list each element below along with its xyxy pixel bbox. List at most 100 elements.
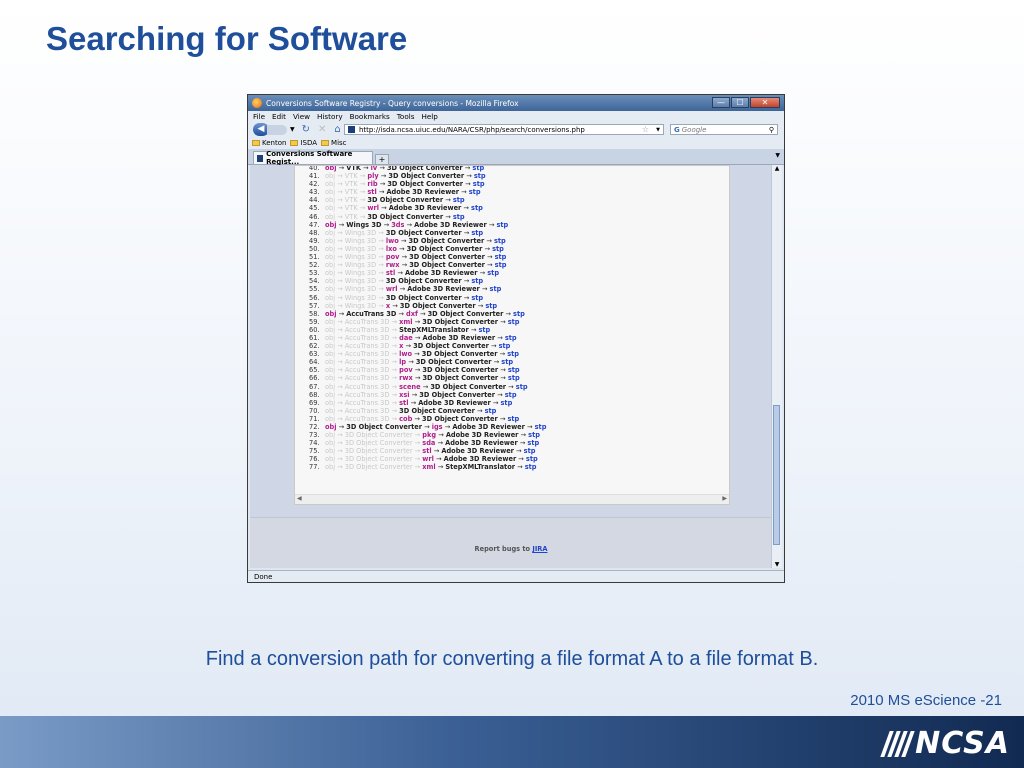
target-format[interactable]: stp xyxy=(501,358,513,366)
target-format[interactable]: stp xyxy=(513,310,525,318)
tab-conversions[interactable]: Conversions Software Regist... xyxy=(253,150,373,166)
converter-app[interactable]: Adobe 3D Reviewer xyxy=(386,188,459,196)
source-format[interactable]: obj xyxy=(325,188,335,196)
converter-app[interactable]: 3D Object Converter xyxy=(422,374,498,382)
source-format[interactable]: obj xyxy=(325,229,335,237)
converter-app[interactable]: 3D Object Converter xyxy=(387,166,463,172)
converter-app[interactable]: VTK xyxy=(345,180,358,188)
magnifier-icon[interactable]: ⚲ xyxy=(769,126,774,134)
intermediate-format[interactable]: sda xyxy=(422,439,435,447)
vertical-scrollbar[interactable]: ▲ ▼ xyxy=(771,165,782,568)
converter-app[interactable]: StepXMLTranslator xyxy=(399,326,469,334)
target-format[interactable]: stp xyxy=(524,447,536,455)
converter-app[interactable]: 3D Object Converter xyxy=(428,310,504,318)
intermediate-format[interactable]: stl xyxy=(367,188,376,196)
converter-app[interactable]: Wings 3D xyxy=(345,285,376,293)
horizontal-scrollbar[interactable]: ◀ ▶ xyxy=(295,494,729,504)
intermediate-format[interactable]: lxo xyxy=(386,245,397,253)
menu-view[interactable]: View xyxy=(293,112,310,121)
converter-app[interactable]: Wings 3D xyxy=(345,245,376,253)
intermediate-format[interactable]: lwo xyxy=(399,350,412,358)
source-format[interactable]: obj xyxy=(325,423,337,431)
converter-app[interactable]: 3D Object Converter xyxy=(416,358,492,366)
converter-app[interactable]: 3D Object Converter xyxy=(367,213,443,221)
converter-app[interactable]: 3D Object Converter xyxy=(367,196,443,204)
converter-app[interactable]: 3D Object Converter xyxy=(430,383,506,391)
converter-app[interactable]: 3D Object Converter xyxy=(409,261,485,269)
target-format[interactable]: stp xyxy=(474,172,486,180)
converter-app[interactable]: AccuTrans 3D xyxy=(345,318,390,326)
intermediate-format[interactable]: 3ds xyxy=(391,221,404,229)
converter-app[interactable]: AccuTrans 3D xyxy=(345,342,390,350)
converter-app[interactable]: 3D Object Converter xyxy=(413,342,489,350)
menu-help[interactable]: Help xyxy=(421,112,437,121)
bookmark-kenton[interactable]: Kenton xyxy=(262,139,286,147)
target-format[interactable]: stp xyxy=(471,229,483,237)
target-format[interactable]: stp xyxy=(505,391,517,399)
intermediate-format[interactable]: lwo xyxy=(386,237,399,245)
target-format[interactable]: stp xyxy=(492,245,504,253)
target-format[interactable]: stp xyxy=(453,196,465,204)
source-format[interactable]: obj xyxy=(325,253,335,261)
source-format[interactable]: obj xyxy=(325,326,335,334)
target-format[interactable]: stp xyxy=(485,407,497,415)
intermediate-format[interactable]: pov xyxy=(399,366,413,374)
target-format[interactable]: stp xyxy=(499,342,511,350)
target-format[interactable]: stp xyxy=(507,415,519,423)
converter-app[interactable]: AccuTrans 3D xyxy=(345,358,390,366)
target-format[interactable]: stp xyxy=(471,294,483,302)
converter-app[interactable]: VTK xyxy=(345,196,358,204)
converter-app[interactable]: Adobe 3D Reviewer xyxy=(418,399,491,407)
source-format[interactable]: obj xyxy=(325,196,335,204)
source-format[interactable]: obj xyxy=(325,261,335,269)
source-format[interactable]: obj xyxy=(325,334,335,342)
menu-bookmarks[interactable]: Bookmarks xyxy=(350,112,390,121)
target-format[interactable]: stp xyxy=(495,261,507,269)
target-format[interactable]: stp xyxy=(507,350,519,358)
target-format[interactable]: stp xyxy=(490,285,502,293)
search-input[interactable]: G Google ⚲ xyxy=(670,124,778,135)
close-button[interactable]: ✕ xyxy=(750,97,780,108)
converter-app[interactable]: Wings 3D xyxy=(345,261,376,269)
converter-app[interactable]: VTK xyxy=(346,166,361,172)
converter-app[interactable]: Wings 3D xyxy=(345,277,376,285)
converter-app[interactable]: 3D Object Converter xyxy=(386,294,462,302)
menu-edit[interactable]: Edit xyxy=(272,112,286,121)
intermediate-format[interactable]: scene xyxy=(399,383,420,391)
new-tab-button[interactable]: + xyxy=(375,154,389,164)
target-format[interactable]: stp xyxy=(501,399,513,407)
source-format[interactable]: obj xyxy=(325,358,335,366)
source-format[interactable]: obj xyxy=(325,407,335,415)
menu-tools[interactable]: Tools xyxy=(397,112,415,121)
converter-app[interactable]: 3D Object Converter xyxy=(386,229,462,237)
converter-app[interactable]: 3D Object Converter xyxy=(408,237,484,245)
converter-app[interactable]: 3D Object Converter xyxy=(387,180,463,188)
converter-app[interactable]: VTK xyxy=(345,213,358,221)
target-format[interactable]: stp xyxy=(526,455,538,463)
target-format[interactable]: stp xyxy=(478,326,490,334)
menu-history[interactable]: History xyxy=(317,112,343,121)
intermediate-format[interactable]: xml xyxy=(422,463,435,471)
converter-app[interactable]: 3D Object Converter xyxy=(346,423,422,431)
converter-app[interactable]: AccuTrans 3D xyxy=(345,399,390,407)
intermediate-format[interactable]: pkg xyxy=(422,431,436,439)
target-format[interactable]: stp xyxy=(469,188,481,196)
converter-app[interactable]: Adobe 3D Reviewer xyxy=(445,439,518,447)
source-format[interactable]: obj xyxy=(325,366,335,374)
converter-app[interactable]: Wings 3D xyxy=(346,221,381,229)
intermediate-format[interactable]: pov xyxy=(386,253,400,261)
converter-app[interactable]: AccuTrans 3D xyxy=(345,334,390,342)
source-format[interactable]: obj xyxy=(325,294,335,302)
intermediate-format[interactable]: ply xyxy=(367,172,378,180)
converter-app[interactable]: 3D Object Converter xyxy=(407,245,483,253)
target-format[interactable]: stp xyxy=(528,431,540,439)
scroll-thumb[interactable] xyxy=(773,405,780,545)
intermediate-format[interactable]: rwx xyxy=(386,261,400,269)
intermediate-format[interactable]: wrl xyxy=(422,455,434,463)
converter-app[interactable]: 3D Object Converter xyxy=(399,407,475,415)
target-format[interactable]: stp xyxy=(487,269,499,277)
converter-app[interactable]: AccuTrans 3D xyxy=(346,310,396,318)
target-format[interactable]: stp xyxy=(495,253,507,261)
url-dropdown-icon[interactable]: ▼ xyxy=(656,127,660,133)
converter-app[interactable]: AccuTrans 3D xyxy=(345,415,390,423)
